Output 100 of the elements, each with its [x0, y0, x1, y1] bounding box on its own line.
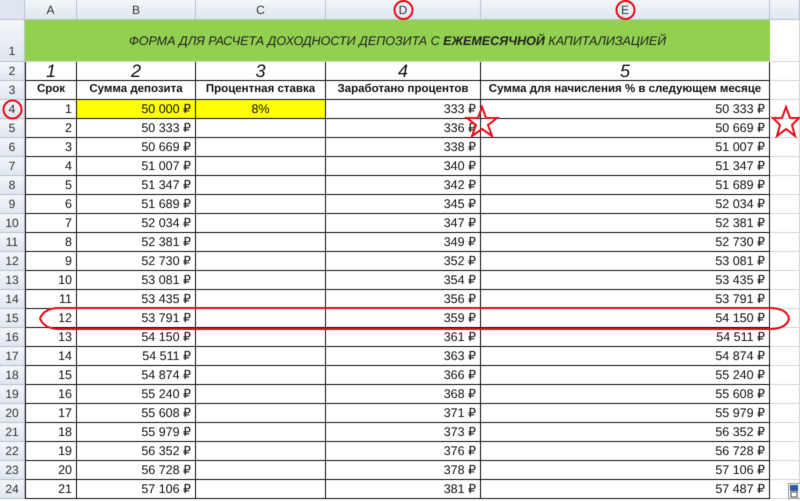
- table-cell: 352 ₽: [326, 252, 481, 271]
- table-cell: 378 ₽: [326, 461, 481, 480]
- row-header[interactable]: 23: [0, 461, 25, 480]
- table-cell: 57 487 ₽: [481, 480, 770, 499]
- table-cell: 19: [25, 442, 77, 461]
- table-cell: 52 034 ₽: [77, 214, 196, 233]
- table-cell: 14: [25, 347, 77, 366]
- row-header[interactable]: 12: [0, 252, 25, 271]
- table-cell: 2: [77, 62, 196, 81]
- column-header[interactable]: D: [326, 0, 481, 20]
- table-cell: 3: [25, 138, 77, 157]
- table-cell: 50 000 ₽: [77, 100, 196, 119]
- row-header[interactable]: 19: [0, 385, 25, 404]
- table-cell: 16: [25, 385, 77, 404]
- table-cell: 363 ₽: [326, 347, 481, 366]
- column-heading: Процентная ставка: [196, 81, 326, 100]
- paste-options-icon[interactable]: [788, 483, 800, 499]
- table-cell: 53 435 ₽: [481, 271, 770, 290]
- table-cell: 373 ₽: [326, 423, 481, 442]
- row-header[interactable]: 2: [0, 62, 25, 81]
- table-cell: 1: [25, 100, 77, 119]
- table-cell: 5: [25, 176, 77, 195]
- column-heading: Заработано процентов: [326, 81, 481, 100]
- sheet-title: ФОРМА ДЛЯ РАСЧЕТА ДОХОДНОСТИ ДЕПОЗИТА С ЕЖЕМЕСЯЧНОЙ КАПИТАЛИЗАЦИЕЙ: [25, 20, 770, 62]
- table-cell: 11: [25, 290, 77, 309]
- table-cell: 21: [25, 480, 77, 499]
- table-cell: 51 689 ₽: [77, 195, 196, 214]
- select-all-corner[interactable]: [0, 0, 25, 20]
- table-cell: 53 081 ₽: [481, 252, 770, 271]
- column-heading: Сумма для начисления % в следующем месяце: [481, 81, 770, 100]
- row-header[interactable]: 7: [0, 157, 25, 176]
- table-cell: 376 ₽: [326, 442, 481, 461]
- table-cell: 15: [25, 366, 77, 385]
- table-cell: 52 381 ₽: [77, 233, 196, 252]
- row-header[interactable]: 13: [0, 271, 25, 290]
- table-cell: 55 979 ₽: [77, 423, 196, 442]
- row-header[interactable]: 17: [0, 347, 25, 366]
- table-cell: 349 ₽: [326, 233, 481, 252]
- table-cell: 56 352 ₽: [77, 442, 196, 461]
- table-cell: 333 ₽: [326, 100, 481, 119]
- table-cell: 54 511 ₽: [77, 347, 196, 366]
- table-cell: 354 ₽: [326, 271, 481, 290]
- row-header[interactable]: 10: [0, 214, 25, 233]
- table-cell: 56 728 ₽: [77, 461, 196, 480]
- column-header[interactable]: B: [77, 0, 196, 20]
- table-cell: 18: [25, 423, 77, 442]
- table-cell: 54 150 ₽: [481, 309, 770, 328]
- row-header[interactable]: 1: [0, 20, 25, 62]
- row-header[interactable]: 8: [0, 176, 25, 195]
- row-header[interactable]: 22: [0, 442, 25, 461]
- table-cell: 20: [25, 461, 77, 480]
- row-header[interactable]: 21: [0, 423, 25, 442]
- table-cell: 6: [25, 195, 77, 214]
- table-cell: 366 ₽: [326, 366, 481, 385]
- circle-mark: [394, 0, 414, 20]
- table-cell: 55 240 ₽: [481, 366, 770, 385]
- table-cell: 17: [25, 404, 77, 423]
- table-cell: 56 728 ₽: [481, 442, 770, 461]
- table-cell: 338 ₽: [326, 138, 481, 157]
- table-cell: 55 608 ₽: [77, 404, 196, 423]
- row-header[interactable]: 3: [0, 81, 25, 100]
- circle-mark: [2, 100, 22, 120]
- table-cell: 52 034 ₽: [481, 195, 770, 214]
- table-cell: 55 979 ₽: [481, 404, 770, 423]
- row-header[interactable]: 6: [0, 138, 25, 157]
- table-cell: 340 ₽: [326, 157, 481, 176]
- row-header[interactable]: 16: [0, 328, 25, 347]
- row-header[interactable]: 11: [0, 233, 25, 252]
- table-cell: 53 791 ₽: [77, 309, 196, 328]
- column-heading: Сумма депозита: [77, 81, 196, 100]
- table-cell: 13: [25, 328, 77, 347]
- table-cell: 53 081 ₽: [77, 271, 196, 290]
- table-cell: 54 874 ₽: [77, 366, 196, 385]
- table-cell: 3: [196, 62, 326, 81]
- table-cell: 1: [25, 62, 77, 81]
- table-cell: 50 669 ₽: [481, 119, 770, 138]
- column-header[interactable]: [770, 0, 800, 20]
- table-cell: 51 347 ₽: [481, 157, 770, 176]
- table-cell: 7: [25, 214, 77, 233]
- column-header[interactable]: E: [481, 0, 770, 20]
- row-header[interactable]: 24: [0, 480, 25, 499]
- row-header[interactable]: 15: [0, 309, 25, 328]
- row-header[interactable]: 5: [0, 119, 25, 138]
- row-header[interactable]: 18: [0, 366, 25, 385]
- row-header[interactable]: 9: [0, 195, 25, 214]
- table-cell: 52 730 ₽: [481, 233, 770, 252]
- column-header[interactable]: C: [196, 0, 326, 20]
- table-cell: 51 347 ₽: [77, 176, 196, 195]
- column-header[interactable]: A: [25, 0, 77, 20]
- table-cell: 8%: [196, 100, 326, 119]
- table-cell: 51 007 ₽: [481, 138, 770, 157]
- table-cell: 381 ₽: [326, 480, 481, 499]
- table-cell: 55 240 ₽: [77, 385, 196, 404]
- star-icon: [464, 104, 500, 139]
- row-header[interactable]: 14: [0, 290, 25, 309]
- table-cell: 57 106 ₽: [77, 480, 196, 499]
- table-cell: 371 ₽: [326, 404, 481, 423]
- table-cell: 345 ₽: [326, 195, 481, 214]
- row-header[interactable]: 20: [0, 404, 25, 423]
- table-cell: 10: [25, 271, 77, 290]
